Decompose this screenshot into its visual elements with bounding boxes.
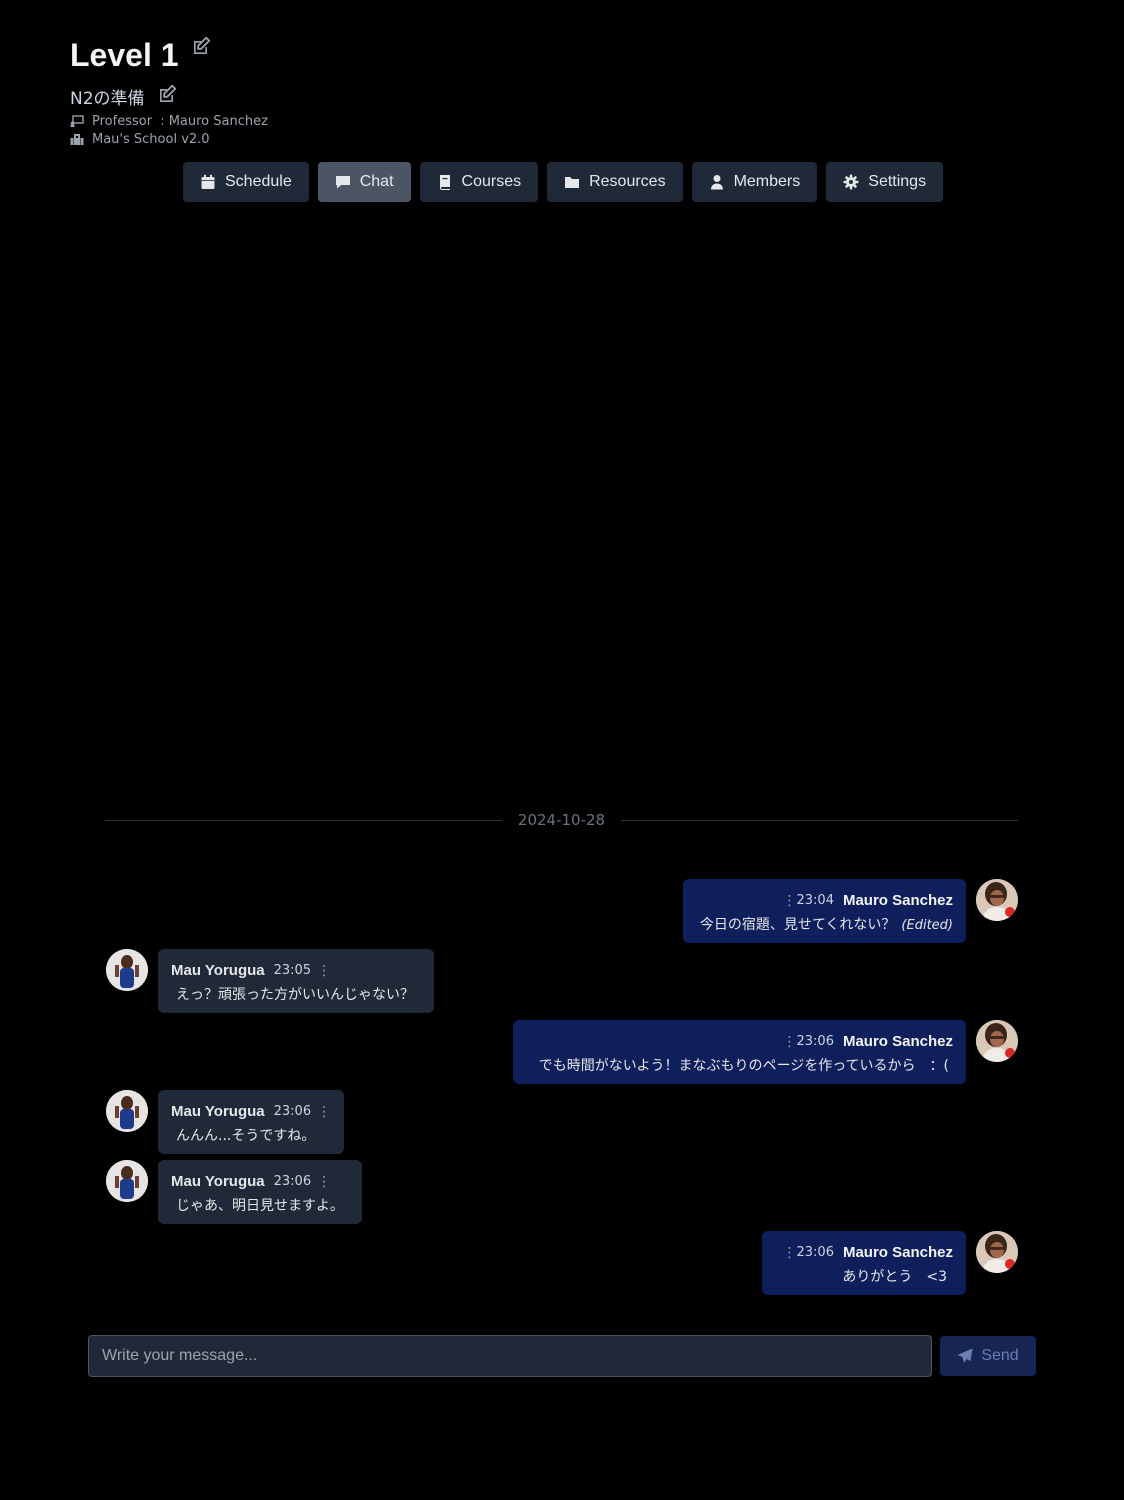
avatar-mauro-sanchez[interactable] [976, 1020, 1018, 1062]
avatar-mau-yorugua[interactable] [106, 1090, 148, 1132]
divider-line [621, 819, 1018, 821]
message-author: Mauro Sanchez [842, 1032, 953, 1050]
tab-label: Members [733, 173, 801, 190]
school-line: Mau's School v2.0 [70, 131, 268, 147]
date-label: 2024-10-28 [517, 811, 606, 829]
message-bubble-outgoing[interactable]: ⋮ 23:04 Mauro Sanchez 今日の宿題、見せてくれない？ (Edi… [683, 879, 966, 943]
user-icon [710, 175, 723, 190]
message-bubble-incoming[interactable]: Mau Yorugua 23:06 ⋮ じゃあ、明日見せますよ。 [158, 1160, 362, 1224]
tab-courses[interactable]: Courses [419, 162, 539, 202]
school-name: Mau's School v2.0 [92, 131, 210, 147]
tab-label: Schedule [225, 173, 292, 190]
folder-icon [565, 177, 580, 188]
message-text: でも時間がないよう！まなぶもりのページを作っているから ：( [538, 1058, 949, 1074]
channel-tabs: Schedule Chat Courses Resources Members [183, 162, 944, 202]
edit-subtitle-icon[interactable] [157, 84, 177, 104]
avatar-mauro-sanchez[interactable] [976, 879, 1018, 921]
send-button[interactable]: Send [940, 1336, 1036, 1376]
divider-line [105, 819, 502, 821]
message-text: ありがとう <3 [842, 1269, 947, 1285]
message-time: 23:06 [273, 1173, 312, 1189]
professor-name: : Mauro Sanchez [160, 113, 268, 129]
avatar-image [976, 1231, 1018, 1273]
chat-icon [335, 176, 350, 189]
tab-label: Resources [589, 173, 666, 190]
channel-header: Level 1 N2の準備 Professor : Mauro Sanchez … [70, 36, 268, 147]
message-time: 23:06 [796, 1033, 834, 1049]
message-input[interactable] [88, 1335, 932, 1377]
tab-label: Chat [359, 173, 394, 190]
message-options-icon[interactable]: ⋮ [317, 1173, 331, 1190]
tab-resources[interactable]: Resources [547, 162, 683, 202]
gear-icon [843, 174, 859, 190]
tab-label: Settings [868, 173, 927, 190]
tab-schedule[interactable]: Schedule [183, 162, 309, 202]
date-divider: 2024-10-28 [105, 810, 1018, 830]
message-author: Mau Yorugua [171, 1172, 265, 1190]
message-options-icon[interactable]: ⋮ [783, 1033, 797, 1050]
chalkboard-icon [70, 115, 84, 127]
tab-settings[interactable]: Settings [826, 162, 944, 202]
message-time: 23:04 [796, 892, 834, 908]
tab-label: Courses [461, 173, 522, 190]
message-text: 今日の宿題、見せてくれない？ [699, 917, 896, 933]
professor-label: Professor [92, 113, 157, 129]
avatar-mau-yorugua[interactable] [106, 949, 148, 991]
school-icon [70, 134, 84, 145]
message-options-icon[interactable]: ⋮ [317, 962, 331, 979]
avatar-mau-yorugua[interactable] [106, 1160, 148, 1202]
message-text-row: 今日の宿題、見せてくれない？ (Edited) [696, 914, 953, 934]
avatar-image [976, 879, 1018, 921]
avatar-image [106, 1090, 148, 1132]
avatar-mauro-sanchez[interactable] [976, 1231, 1018, 1273]
message-time: 23:06 [796, 1244, 834, 1260]
book-icon [439, 175, 450, 190]
avatar-image [106, 1160, 148, 1202]
edited-label: (Edited) [901, 918, 953, 933]
message-bubble-incoming[interactable]: Mau Yorugua 23:06 ⋮ んんん...そうですね。 [158, 1090, 344, 1154]
message-bubble-outgoing[interactable]: ⋮ 23:06 Mauro Sanchez でも時間がないよう！まなぶもりのペー… [513, 1020, 966, 1084]
page-title: Level 1 [70, 37, 179, 73]
tab-members[interactable]: Members [691, 162, 818, 202]
message-options-icon[interactable]: ⋮ [783, 1244, 797, 1261]
professor-line: Professor : Mauro Sanchez [70, 113, 268, 129]
message-bubble-outgoing[interactable]: ⋮ 23:06 Mauro Sanchez ありがとう <3 [762, 1231, 966, 1295]
message-options-icon[interactable]: ⋮ [317, 1103, 331, 1120]
message-text: んんん...そうですね。 [176, 1128, 316, 1144]
message-author: Mau Yorugua [171, 961, 265, 979]
send-label: Send [981, 1347, 1019, 1364]
message-bubble-incoming[interactable]: Mau Yorugua 23:05 ⋮ えっ？頑張った方がいいんじゃない？ [158, 949, 434, 1013]
message-text: えっ？頑張った方がいいんじゃない？ [176, 987, 414, 1003]
edit-title-icon[interactable] [191, 36, 211, 56]
avatar-image [976, 1020, 1018, 1062]
message-author: Mauro Sanchez [842, 891, 953, 909]
message-time: 23:05 [273, 962, 312, 978]
message-author: Mauro Sanchez [842, 1243, 953, 1261]
page-subtitle: N2の準備 [70, 89, 145, 109]
message-options-icon[interactable]: ⋮ [783, 892, 797, 909]
message-text: じゃあ、明日見せますよ。 [176, 1198, 344, 1214]
tab-chat[interactable]: Chat [317, 162, 411, 202]
paper-plane-icon [957, 1348, 973, 1363]
avatar-image [106, 949, 148, 991]
message-time: 23:06 [273, 1103, 312, 1119]
message-author: Mau Yorugua [171, 1102, 265, 1120]
calendar-icon [201, 174, 215, 189]
